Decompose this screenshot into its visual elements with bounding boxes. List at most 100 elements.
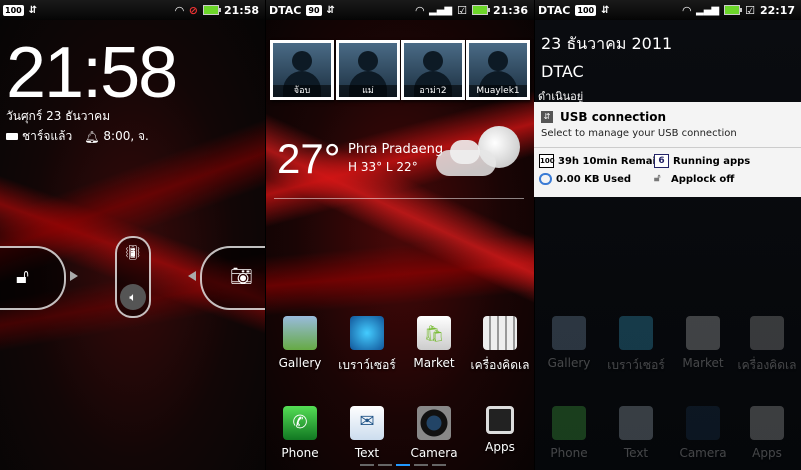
contact-name: จ้อบ (273, 85, 331, 97)
app-label: Gallery (278, 356, 322, 370)
app-label: เบราว์เซอร์ (338, 358, 396, 372)
battery-percent-badge: 90 (306, 4, 322, 16)
charge-status: ชาร์จแล้ว (22, 129, 73, 143)
data-usage-item[interactable]: 0.00 KB Used (539, 173, 631, 185)
running-apps-text: Running apps (673, 155, 751, 167)
lock-info-row: ชาร์จแล้ว 🔔︎ 8:00, จ. (6, 127, 149, 146)
browser-globe-icon (350, 316, 384, 350)
dock-label: Text (354, 446, 380, 460)
faded-app-label: เบราว์เซอร์ (607, 358, 665, 372)
weather-city: Phra Pradaeng (348, 142, 444, 157)
applock-item[interactable]: 🔓︎ Applock off (654, 173, 734, 185)
contact-widget[interactable]: Muaylek1 (466, 40, 530, 100)
carrier-name: DTAC (538, 3, 571, 17)
battery-icon (202, 5, 221, 15)
faded-app-label: Market (682, 356, 724, 370)
status-time: 22:17 (759, 3, 795, 17)
dock-apps[interactable]: Apps (466, 406, 534, 454)
usb-icon: ⇵ (601, 4, 610, 16)
status-time: 21:36 (492, 3, 528, 17)
lock-date: วันศุกร์ 23 ธันวาคม (6, 109, 111, 123)
camera-slider[interactable]: 📷︎ (200, 246, 265, 310)
faded-dock-label: Apps (752, 446, 782, 460)
contact-widget[interactable]: จ้อบ (270, 40, 334, 100)
app-calculator[interactable]: เครื่องคิดเล (466, 316, 534, 375)
faded-app-label: Gallery (547, 356, 591, 370)
contact-widget[interactable]: อาม่า2 (401, 40, 465, 100)
vibrate-icon: 📳︎ (124, 245, 142, 261)
battery-remain-text: 39h 10min Remain (558, 155, 664, 167)
padlock-icon: 🔓︎ (654, 173, 661, 184)
dock-text[interactable]: ✉ Text (333, 406, 401, 460)
contact-widget[interactable]: แม่ (336, 40, 400, 100)
data-used-text: 0.00 KB Used (556, 173, 632, 185)
dock-label: Phone (281, 446, 319, 460)
status-bar: 100 ⇵ ◠ ⊘ 21:58 (0, 0, 265, 20)
arrow-left-icon (188, 271, 196, 281)
wifi-icon: ◠ (682, 3, 692, 17)
faded-app-row: Gallery เบราว์เซอร์ Market เครื่องคิดเล (535, 316, 801, 376)
signal-icon: ▂▄▆ (429, 4, 453, 16)
contact-name: Muaylek1 (469, 85, 527, 97)
dock-camera[interactable]: Camera (400, 406, 468, 460)
sound-toggle[interactable]: 📳︎ 🔈︎ (115, 236, 151, 318)
battery-percent-badge: 100 (3, 4, 24, 16)
faded-dock-item: Phone (535, 406, 603, 460)
faded-app: Market (669, 316, 737, 370)
usb-subtitle: Select to manage your USB connection (541, 128, 737, 139)
battery-percent-badge: 100 (575, 4, 597, 16)
page-indicator (360, 464, 446, 466)
app-label: Market (413, 356, 455, 370)
app-market[interactable]: 🛍︎ Market (400, 316, 468, 370)
faded-dock-label: Text (623, 446, 649, 460)
app-label: เครื่องคิดเล (470, 358, 530, 372)
camera-lens-icon (417, 406, 451, 440)
usb-icon: ⇵ (326, 4, 335, 16)
dock-phone[interactable]: ✆ Phone (266, 406, 334, 460)
faded-dock-row: Phone Text Camera Apps (535, 406, 801, 466)
app-gallery[interactable]: Gallery (266, 316, 334, 370)
faded-dock-item: Camera (669, 406, 737, 460)
app-browser[interactable]: เบราว์เซอร์ (333, 316, 401, 375)
faded-dock-item: Text (602, 406, 670, 460)
weather-temperature: 27° (277, 135, 341, 182)
camera-icon: 📷︎ (230, 266, 253, 287)
phone-icon: ✆ (283, 406, 317, 440)
battery-icon (724, 5, 743, 15)
alarm-bell-icon: 🔔︎ (84, 129, 100, 144)
calculator-icon (483, 316, 517, 350)
battery-icon (471, 5, 490, 15)
battery-100-icon: 100 (539, 154, 555, 168)
faded-dock-label: Camera (679, 446, 727, 460)
checkbox-icon: ☑ (457, 3, 467, 17)
lock-clock: 21:58 (6, 33, 178, 113)
carrier-name: DTAC (269, 3, 302, 17)
checkbox-icon: ☑ (745, 3, 755, 17)
battery-remain-item[interactable]: 100 39h 10min Remain (539, 154, 663, 168)
unlock-slider[interactable]: 🔓︎ (0, 246, 66, 310)
wifi-icon: ◠ (415, 3, 425, 17)
status-time: 21:58 (223, 3, 259, 17)
usb-notification[interactable]: ⇵ USB connection Select to manage your U… (534, 102, 801, 197)
weather-divider (274, 198, 524, 199)
app-drawer-icon (486, 406, 514, 434)
arrow-right-icon (70, 271, 78, 281)
battery-charged-icon (6, 133, 18, 140)
weather-high-low: H 33° L 22° (348, 160, 418, 174)
running-apps-item[interactable]: 6 Running apps (654, 154, 750, 168)
faded-app-label: เครื่องคิดเล (737, 358, 797, 372)
faded-app: Gallery (535, 316, 603, 370)
usb-icon: ⇵ (28, 4, 38, 16)
faded-dock-label: Phone (550, 446, 588, 460)
contact-name: อาม่า2 (404, 85, 462, 97)
notification-divider (534, 147, 801, 148)
status-bar: DTAC 90 ⇵ ◠ ▂▄▆ ☑ 21:36 (266, 0, 534, 20)
market-bag-icon: 🛍︎ (417, 316, 451, 350)
data-gauge-icon (539, 173, 552, 185)
usb-title: USB connection (560, 110, 667, 124)
no-sim-icon: ⊘ (188, 3, 198, 17)
gallery-icon (283, 316, 317, 350)
unlock-padlock-icon: 🔓︎ (16, 264, 29, 288)
faded-dock-item: Apps (733, 406, 801, 460)
signal-icon: ▂▄▆ (696, 4, 720, 16)
